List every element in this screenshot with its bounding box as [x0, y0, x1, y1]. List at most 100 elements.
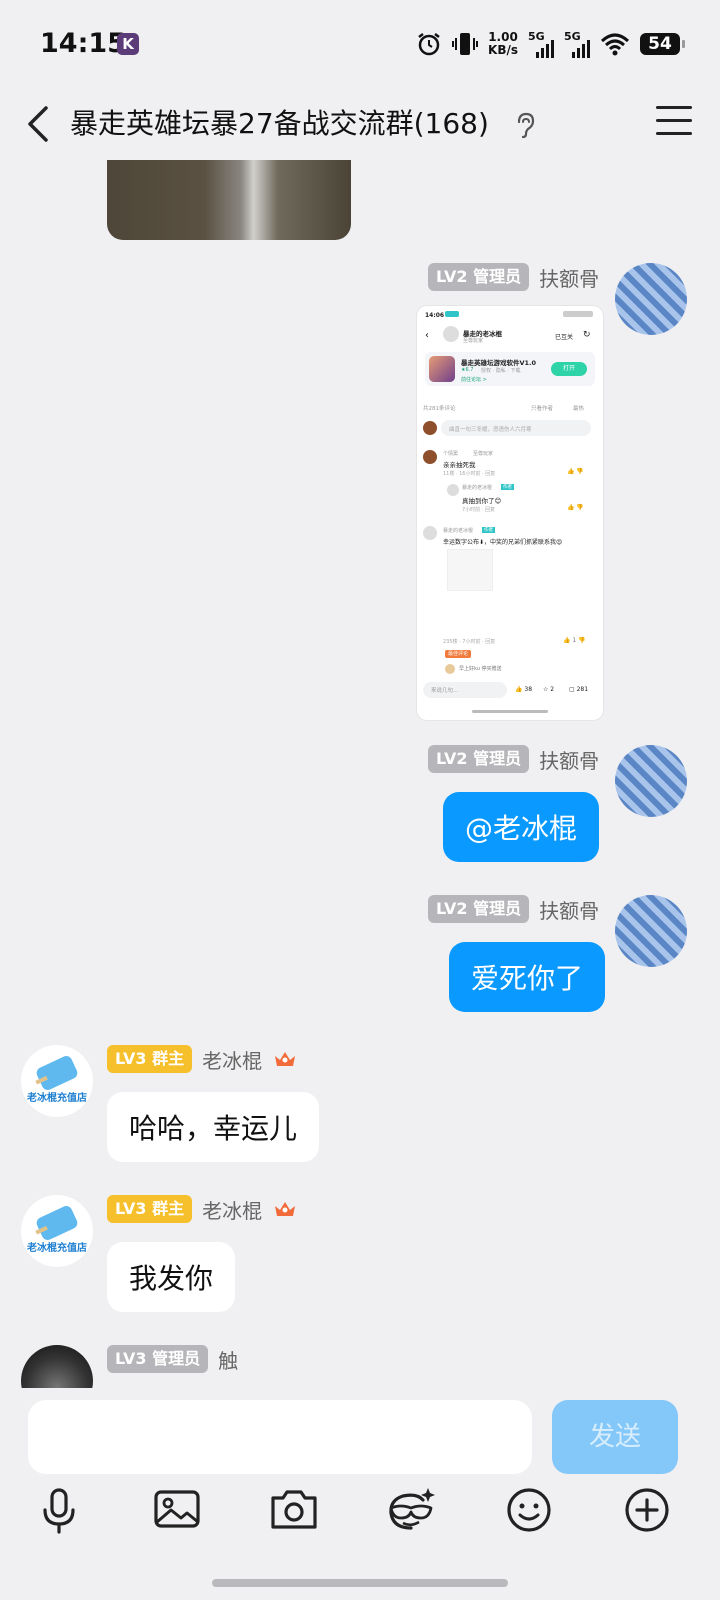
- shot-c2-like-count: 1: [572, 637, 577, 644]
- shot-comment-count: 共281条评论: [423, 406, 456, 412]
- shot-stars: ☆ 2: [543, 686, 555, 693]
- shot-c1-text: 亲亲抽死我: [443, 461, 476, 469]
- shot-comments: ▢ 281: [569, 686, 589, 693]
- shot-app-name: 暴走英雄坛游戏软件V1.0: [461, 359, 537, 367]
- send-button[interactable]: 发送: [552, 1400, 678, 1474]
- message-meta: LV3 群主 老冰棍: [107, 1195, 298, 1223]
- shot-c2-text: 幸运数字公布⬇，中奖的兄弟们抓紧联系我😍: [443, 539, 563, 546]
- battery-icon: 54: [640, 33, 685, 55]
- shot-r1-name: 暴走的老冰棍: [462, 485, 493, 491]
- shot-c1-meta: 11楼 · 16小时前 · 回复: [443, 471, 496, 477]
- shot-app-rating: ★6.7: [461, 367, 474, 373]
- shot-r1-meta: 7小时前 · 回复: [462, 507, 495, 513]
- shot-like-icon: 👍 👎: [567, 468, 584, 475]
- shot-comments-count: 281: [576, 686, 589, 693]
- shot-filter2: 最热: [573, 406, 585, 412]
- shot-author-sub: 至尊玩家: [463, 338, 484, 344]
- sticker-icon[interactable]: [381, 1480, 441, 1540]
- message-meta: LV3 群主 老冰棍: [107, 1045, 298, 1073]
- sender-name[interactable]: 扶额骨: [539, 745, 599, 774]
- shot-embedded-image: [447, 549, 493, 591]
- home-indicator[interactable]: [212, 1579, 508, 1587]
- emoji-icon[interactable]: [499, 1480, 559, 1540]
- microphone-icon[interactable]: [29, 1480, 89, 1540]
- shot-r1-text: 真抽到你了😊: [462, 497, 502, 505]
- message-meta: LV3 管理员 触: [107, 1345, 238, 1373]
- avatar[interactable]: [21, 1345, 93, 1388]
- shot-r1-avatar: [447, 484, 459, 496]
- popsicle-icon: [34, 1203, 80, 1242]
- shot-app-sub2: 前往论坛 >: [461, 377, 487, 383]
- input-area: 发送: [0, 1388, 720, 1600]
- avatar[interactable]: [615, 263, 687, 335]
- add-icon[interactable]: [617, 1480, 677, 1540]
- signal-icon: 5G: [528, 30, 554, 58]
- signal-icon: 5G: [564, 30, 590, 58]
- sender-name[interactable]: 老冰棍: [202, 1045, 262, 1074]
- image-message[interactable]: 14:06 ‹ 暴走的老冰棍 至尊玩家 已互关 ↻ 暴走英雄坛游戏软件V1.0 …: [417, 306, 603, 720]
- avatar-caption: 老冰棍充值店: [27, 1242, 87, 1254]
- network-speed: 1.00 KB/s: [488, 31, 518, 57]
- shot-c2-name: 暴走的老冰棍: [443, 528, 474, 534]
- shot-c2-meta: 235楼 · 7小时前 · 回复: [443, 639, 496, 645]
- shot-app-logo: [429, 356, 455, 382]
- message-input[interactable]: [28, 1400, 532, 1474]
- group-title[interactable]: 暴走英雄坛暴27备战交流群(168): [70, 102, 489, 142]
- sender-name[interactable]: 老冰棍: [202, 1195, 262, 1224]
- message-bubble[interactable]: 爱死你了: [449, 942, 606, 1012]
- avatar[interactable]: [615, 895, 687, 967]
- title-icon: [275, 1052, 296, 1066]
- shot-stars-count: 2: [550, 686, 555, 693]
- message-bubble[interactable]: 我发你: [107, 1242, 236, 1312]
- menu-icon[interactable]: [656, 106, 692, 140]
- shot-c3-text: 早上好ku 停买赠送: [459, 666, 502, 672]
- message-meta: LV2 管理员 扶额骨: [428, 745, 599, 773]
- message-meta: LV2 管理员 扶额骨: [428, 895, 599, 923]
- shot-app-card: 暴走英雄坛游戏软件V1.0 ★6.7 授权 · 隐私 · 下载 前往论坛 > 打…: [425, 352, 595, 386]
- avatar[interactable]: 老冰棍充值店: [21, 1045, 93, 1117]
- level-badge: LV2 管理员: [428, 745, 530, 773]
- app-notification-icon: K: [117, 33, 139, 55]
- sender-name[interactable]: 触: [218, 1345, 238, 1374]
- shot-user-avatar: [423, 421, 437, 435]
- avatar[interactable]: [615, 745, 687, 817]
- image-icon[interactable]: [147, 1480, 207, 1540]
- speed-unit: KB/s: [488, 43, 518, 57]
- popsicle-icon: [34, 1053, 80, 1092]
- shot-share-icon: ↻: [583, 330, 591, 340]
- sender-name[interactable]: 扶额骨: [539, 263, 599, 292]
- level-badge: LV2 管理员: [428, 263, 530, 291]
- message-bubble[interactable]: @老冰棍: [443, 792, 600, 862]
- shot-c2-avatar: [423, 526, 437, 540]
- message-bubble[interactable]: 哈哈，幸运儿: [107, 1092, 320, 1162]
- sender-name[interactable]: 扶额骨: [539, 895, 599, 924]
- shot-time: 14:06: [425, 312, 445, 319]
- status-icons: 1.00 KB/s 5G 5G 54: [416, 26, 685, 62]
- shot-bottom-placeholder: 来说几句...: [431, 688, 459, 694]
- shot-c1-avatar: [423, 450, 437, 464]
- chat-area[interactable]: LV2 管理员 扶额骨 14:06 ‹ 暴走的老冰棍 至尊玩家 已互关 ↻ 暴走…: [0, 0, 720, 1388]
- shot-home-indicator: [472, 710, 548, 713]
- shot-likes: 👍 38: [515, 686, 533, 693]
- toolbar: [0, 1480, 720, 1540]
- shot-like-icon-2: 👍 👎: [567, 504, 584, 511]
- shot-r1-tag: 作者: [501, 484, 514, 490]
- camera-icon[interactable]: [264, 1480, 324, 1540]
- level-badge: LV2 管理员: [428, 895, 530, 923]
- shot-input-placeholder: 曲直一句三冬暖，恶语伤人六月寒: [449, 427, 532, 433]
- avatar[interactable]: 老冰棍充值店: [21, 1195, 93, 1267]
- shot-back-icon: ‹: [425, 330, 429, 341]
- shot-c1-name: 个情窦: [443, 451, 459, 457]
- shot-c2-like: 👍 1 👎: [563, 637, 586, 644]
- ear-icon[interactable]: [512, 110, 538, 140]
- back-icon[interactable]: [20, 100, 60, 148]
- chat-header: 暴走英雄坛暴27备战交流群(168): [0, 88, 720, 160]
- shot-likes-count: 38: [524, 686, 533, 693]
- level-badge: LV3 管理员: [107, 1345, 209, 1373]
- shot-app-icon: [445, 311, 459, 317]
- shot-open-button: 打开: [551, 362, 587, 376]
- wifi-icon: [600, 33, 630, 56]
- alarm-icon: [418, 33, 440, 56]
- shot-c2-tag: 作者: [482, 527, 495, 533]
- status-bar: 14:15 K 1.00 KB/s 5G 5G 54: [0, 0, 720, 88]
